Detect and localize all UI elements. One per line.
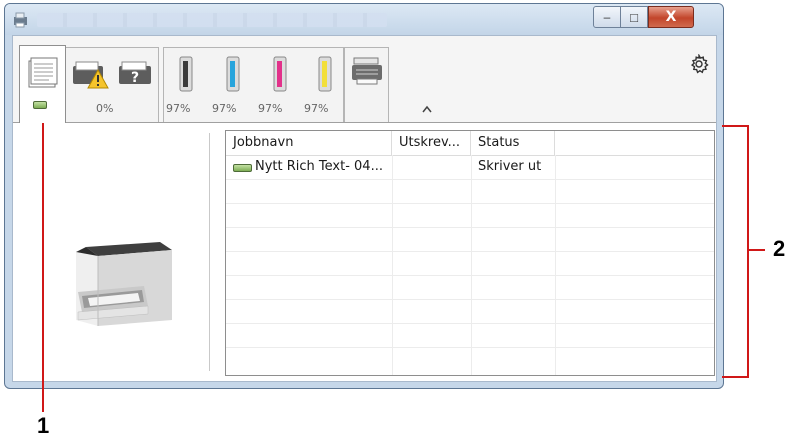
settings-gear-icon[interactable] xyxy=(689,54,709,74)
toner-cartridge-yellow-icon xyxy=(318,56,332,92)
tab-paper[interactable]: ? 0% xyxy=(65,47,159,122)
row-divider xyxy=(226,347,714,348)
column-divider xyxy=(471,155,472,375)
toner-magenta-level: 97% xyxy=(258,102,283,115)
collapse-arrow-icon[interactable] xyxy=(422,105,432,113)
paper-tray-warning-icon xyxy=(73,61,109,89)
title-bar[interactable]: – □ X xyxy=(5,4,723,35)
tab-toner[interactable]: 97% 97% 97% 97% xyxy=(163,47,344,122)
status-toolbar: ? 0% 97% 97% 97% 97% xyxy=(13,36,716,123)
row-divider xyxy=(226,299,714,300)
toner-black xyxy=(178,56,194,97)
callout-2-bracket-spine xyxy=(747,125,749,378)
paper-level-text: 0% xyxy=(96,102,114,115)
column-header-printed[interactable]: Utskrev... xyxy=(392,131,471,155)
minimize-icon: – xyxy=(603,10,611,24)
callout-1-line xyxy=(42,104,44,412)
toner-cyan xyxy=(225,56,241,97)
toner-cyan-level: 97% xyxy=(212,102,237,115)
toner-cartridge-black-icon xyxy=(179,56,193,92)
row-divider xyxy=(226,323,714,324)
table-header: Jobbnavn Utskrev... Status xyxy=(226,131,714,156)
maximize-button[interactable]: □ xyxy=(620,6,648,28)
svg-text:?: ? xyxy=(131,70,139,86)
toner-yellow-level: 97% xyxy=(304,102,329,115)
job-name-cell: Nytt Rich Text- 04... xyxy=(255,159,383,174)
column-divider xyxy=(392,155,393,375)
multifunction-device-icon xyxy=(352,57,382,85)
row-divider xyxy=(226,251,714,252)
client-area: ? 0% 97% 97% 97% 97% Jobbnavn Utskrev...… xyxy=(12,35,717,382)
callout-2-bracket-top xyxy=(722,125,749,127)
callout-2-label: 2 xyxy=(773,236,786,261)
toner-cartridge-cyan-icon xyxy=(226,56,240,92)
row-divider xyxy=(226,227,714,228)
toner-cartridge-magenta-icon xyxy=(273,56,287,92)
row-divider xyxy=(226,179,714,180)
panel-divider xyxy=(209,133,210,371)
column-header-job-name[interactable]: Jobbnavn xyxy=(226,131,392,155)
close-icon: X xyxy=(665,9,677,25)
toner-yellow xyxy=(317,56,333,97)
callout-2-bracket-bottom xyxy=(722,376,749,378)
job-status-cell: Skriver ut xyxy=(478,159,542,174)
printer-app-icon xyxy=(14,12,27,28)
column-divider xyxy=(555,155,556,375)
toner-black-level: 97% xyxy=(166,102,191,115)
column-header-status[interactable]: Status xyxy=(471,131,555,155)
print-job-icon xyxy=(233,164,252,172)
print-job-table: Jobbnavn Utskrev... Status Nytt Rich Tex… xyxy=(225,130,715,376)
minimize-button[interactable]: – xyxy=(593,6,621,28)
row-divider xyxy=(226,275,714,276)
tab-printer-status[interactable] xyxy=(19,45,66,123)
table-row[interactable]: Nytt Rich Text- 04... Skriver ut xyxy=(226,155,714,179)
printer-status-indicator-icon xyxy=(33,101,47,109)
document-stack-icon xyxy=(28,57,58,88)
printer-image xyxy=(76,242,172,326)
paper-unknown-icon: ? xyxy=(119,61,151,86)
window-title-obscured xyxy=(37,13,387,27)
row-divider xyxy=(226,203,714,204)
toner-magenta xyxy=(272,56,288,97)
close-button[interactable]: X xyxy=(648,6,694,28)
tab-device[interactable] xyxy=(344,47,389,122)
callout-2-pointer xyxy=(749,249,765,251)
maximize-icon: □ xyxy=(630,9,638,25)
status-monitor-window: – □ X ? 0% 97% 97% 97% 97% Jobbnavn Utsk… xyxy=(4,3,724,389)
callout-1-label: 1 xyxy=(37,413,50,438)
